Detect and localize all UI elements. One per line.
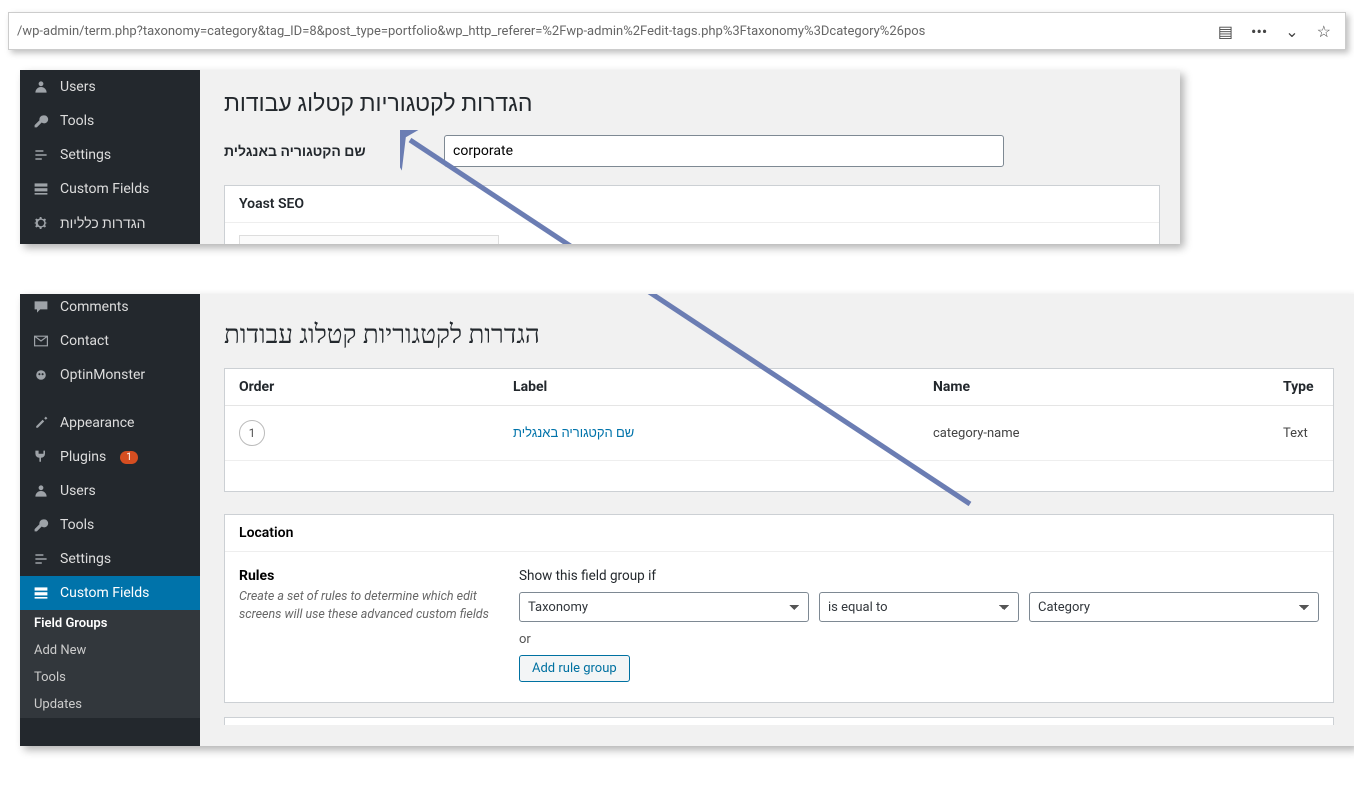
location-rules-editor: Show this field group if Taxonomy is equ…: [519, 568, 1319, 682]
sidebar-label: OptinMonster: [60, 367, 145, 383]
field-group-title[interactable]: הגדרות לקטגוריות קטלוג עבודות: [224, 314, 1334, 350]
show-if-label: Show this field group if: [519, 568, 1319, 584]
yoast-seo-box: Yoast SEO: [224, 185, 1160, 244]
plugins-update-badge: 1: [120, 451, 138, 464]
rule-row: Taxonomy is equal to Category: [519, 592, 1319, 622]
category-english-input[interactable]: [444, 135, 1004, 167]
sidebar-item-users[interactable]: Users: [20, 70, 200, 104]
sidebar-item-settings[interactable]: Settings: [20, 542, 200, 576]
sidebar-label: Tools: [60, 113, 94, 129]
category-english-field-row: שם הקטגוריה באנגלית: [224, 135, 1160, 167]
star-icon[interactable]: ☆: [1317, 22, 1331, 41]
sidebar-label: הגדרות כלליות: [60, 215, 146, 232]
th-name: Name: [925, 369, 1275, 406]
grid-icon: [32, 180, 50, 198]
url-text: /wp-admin/term.php?taxonomy=category&tag…: [17, 24, 1212, 39]
sidebar-label: Appearance: [60, 415, 134, 431]
sidebar-label: Settings: [60, 147, 111, 163]
sidebar-label: Contact: [60, 333, 109, 349]
sidebar-item-general-settings[interactable]: הגדרות כלליות: [20, 206, 200, 240]
wrench-icon: [32, 112, 50, 130]
field-label: שם הקטגוריה באנגלית: [224, 143, 414, 160]
browser-url-icons: ▤ ••• ⌄ ☆: [1212, 22, 1337, 41]
location-heading: Location: [225, 515, 1333, 552]
admin-sidebar-top: Users Tools Settings Custom Fields: [20, 70, 200, 244]
location-box: Location Rules Create a set of rules to …: [224, 514, 1334, 703]
sidebar-label: Users: [60, 483, 96, 499]
yoast-heading: Yoast SEO: [225, 186, 1159, 223]
or-label: or: [519, 632, 1319, 647]
sidebar-label: Custom Fields: [60, 181, 149, 197]
users-icon: [32, 78, 50, 96]
sidebar-subitem-tools[interactable]: Tools: [20, 664, 200, 691]
sidebar-item-comments[interactable]: Comments: [20, 294, 200, 324]
yoast-tabs-stub: [239, 235, 499, 244]
sidebar-label: Settings: [60, 551, 111, 567]
sidebar-item-tools[interactable]: Tools: [20, 104, 200, 138]
rules-title: Rules: [239, 568, 495, 584]
more-icon[interactable]: •••: [1251, 22, 1267, 41]
grid-icon: [32, 584, 50, 602]
sidebar-item-custom-fields[interactable]: Custom Fields: [20, 172, 200, 206]
sidebar-subitem-updates[interactable]: Updates: [20, 691, 200, 718]
add-rule-group-button[interactable]: Add rule group: [519, 655, 630, 682]
sidebar-item-users[interactable]: Users: [20, 474, 200, 508]
plug-icon: [32, 448, 50, 466]
sidebar-item-tools[interactable]: Tools: [20, 508, 200, 542]
rule-operator-select[interactable]: is equal to: [819, 592, 1019, 622]
pocket-icon[interactable]: ⌄: [1285, 22, 1298, 41]
field-type-cell: Text: [1275, 406, 1333, 461]
sidebar-item-plugins[interactable]: Plugins 1: [20, 440, 200, 474]
th-label: Label: [505, 369, 925, 406]
table-row[interactable]: 1 שם הקטגוריה באנגלית category-name Text: [225, 406, 1333, 461]
reader-icon[interactable]: ▤: [1218, 22, 1233, 41]
sliders-icon: [32, 550, 50, 568]
top-panel: Users Tools Settings Custom Fields: [20, 70, 1180, 244]
users-icon: [32, 482, 50, 500]
rule-param-select[interactable]: Taxonomy: [519, 592, 809, 622]
next-box-stub: [224, 717, 1334, 725]
content-top: הגדרות לקטגוריות קטלוג עבודות שם הקטגורי…: [200, 70, 1180, 244]
browser-url-bar[interactable]: /wp-admin/term.php?taxonomy=category&tag…: [8, 12, 1346, 50]
envelope-icon: [32, 332, 50, 350]
rule-value-select[interactable]: Category: [1029, 592, 1319, 622]
sidebar-item-optinmonster[interactable]: OptinMonster: [20, 358, 200, 392]
sidebar-label: Tools: [60, 517, 94, 533]
th-order: Order: [225, 369, 505, 406]
page-title: הגדרות לקטגוריות קטלוג עבודות: [224, 90, 1160, 117]
sidebar-subitem-field-groups[interactable]: Field Groups: [20, 610, 200, 637]
field-label-link[interactable]: שם הקטגוריה באנגלית: [513, 426, 634, 441]
rules-description: Create a set of rules to determine which…: [239, 588, 495, 623]
field-name-cell: category-name: [925, 406, 1275, 461]
content-bottom: הגדרות לקטגוריות קטלוג עבודות Order Labe…: [200, 294, 1354, 746]
sidebar-item-contact[interactable]: Contact: [20, 324, 200, 358]
sidebar-item-custom-fields[interactable]: Custom Fields: [20, 576, 200, 610]
fields-table: Order Label Name Type 1 שם הקטגוריה באנג…: [225, 369, 1333, 461]
sidebar-item-settings[interactable]: Settings: [20, 138, 200, 172]
sidebar-subitem-add-new[interactable]: Add New: [20, 637, 200, 664]
sidebar-item-appearance[interactable]: Appearance: [20, 406, 200, 440]
fields-list-box: Order Label Name Type 1 שם הקטגוריה באנג…: [224, 368, 1334, 492]
gear-icon: [32, 214, 50, 232]
sidebar-label: Comments: [60, 299, 129, 315]
sidebar-label: Plugins: [60, 449, 106, 465]
th-type: Type: [1275, 369, 1333, 406]
optinmonster-icon: [32, 366, 50, 384]
location-rules-desc: Rules Create a set of rules to determine…: [239, 568, 495, 682]
wrench-icon: [32, 516, 50, 534]
sidebar-label: Users: [60, 79, 96, 95]
brush-icon: [32, 414, 50, 432]
sliders-icon: [32, 146, 50, 164]
comment-icon: [32, 298, 50, 316]
sidebar-label: Custom Fields: [60, 585, 149, 601]
bottom-panel: Comments Contact OptinMonster Appearance: [20, 294, 1354, 746]
order-handle[interactable]: 1: [239, 420, 265, 446]
admin-sidebar-bottom: Comments Contact OptinMonster Appearance: [20, 294, 200, 746]
